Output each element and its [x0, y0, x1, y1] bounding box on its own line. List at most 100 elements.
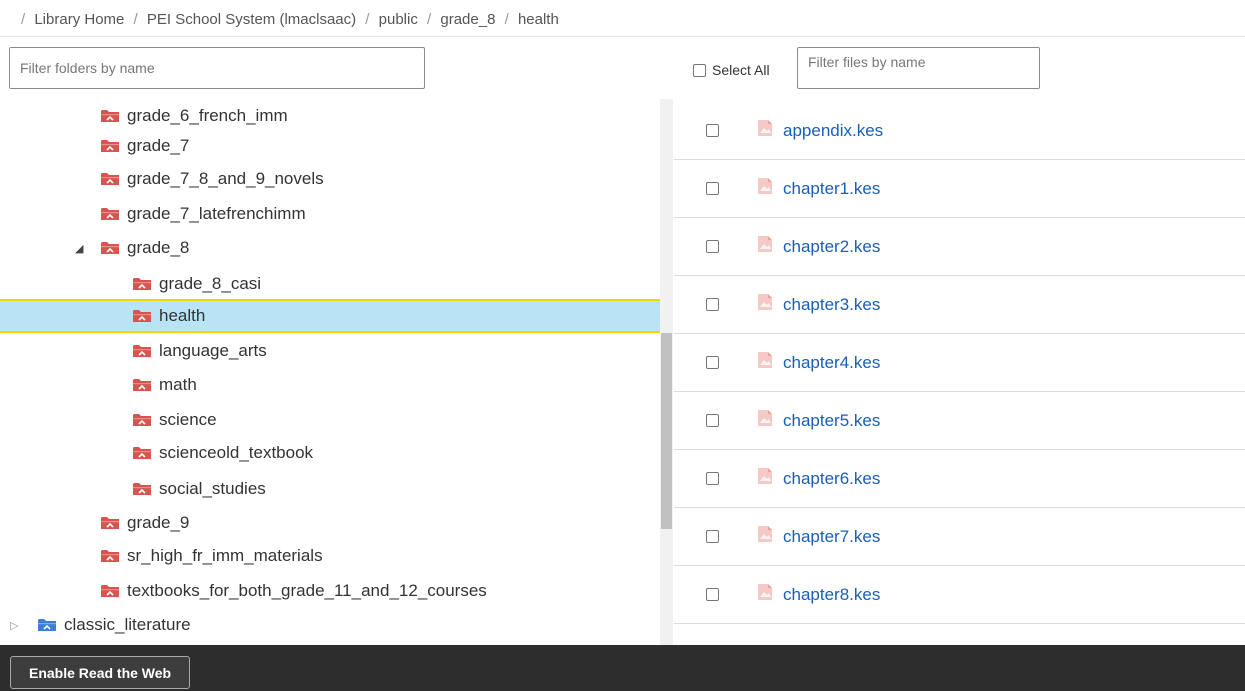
tree-item-sr-high-fr-imm-materials[interactable]: sr_high_fr_imm_materials: [0, 539, 660, 573]
red-folder-icon: [133, 344, 151, 358]
file-row[interactable]: chapter2.kes: [674, 218, 1245, 276]
file-row[interactable]: appendix.kes: [674, 102, 1245, 160]
breadcrumb-separator: /: [504, 11, 509, 28]
folder-tree-scrollbar-thumb[interactable]: [661, 333, 672, 529]
red-folder-icon: [133, 446, 151, 460]
collapse-arrow-icon[interactable]: ◢: [75, 242, 83, 255]
file-name-link[interactable]: chapter1.kes: [783, 179, 880, 199]
tree-item-scienceold-textbook[interactable]: scienceold_textbook: [0, 436, 660, 470]
tree-item-science[interactable]: science: [0, 403, 660, 437]
file-row[interactable]: chapter7.kes: [674, 508, 1245, 566]
tree-item-label: textbooks_for_both_grade_11_and_12_cours…: [127, 581, 487, 600]
file-name-link[interactable]: chapter8.kes: [783, 585, 880, 605]
image-file-icon: [757, 119, 773, 142]
file-row[interactable]: chapter5.kes: [674, 392, 1245, 450]
tree-item-grade-7-latefrenchimm[interactable]: grade_7_latefrenchimm: [0, 197, 660, 231]
folder-filter-input[interactable]: [9, 47, 425, 89]
tree-item-textbooks-for-both-grade-11-and-12-courses[interactable]: textbooks_for_both_grade_11_and_12_cours…: [0, 574, 660, 608]
file-checkbox[interactable]: [706, 356, 719, 369]
red-folder-icon: [133, 277, 151, 291]
enable-read-the-web-button[interactable]: Enable Read the Web: [10, 656, 191, 689]
tree-item-grade-9[interactable]: grade_9: [0, 506, 660, 540]
file-checkbox[interactable]: [706, 588, 719, 601]
tree-item-label: grade_8_casi: [159, 274, 262, 293]
breadcrumb-separator: /: [427, 11, 432, 28]
tree-item-label: grade_8: [127, 238, 190, 257]
file-row[interactable]: chapter6.kes: [674, 450, 1245, 508]
image-file-icon: [757, 235, 773, 258]
file-checkbox[interactable]: [706, 182, 719, 195]
tree-item-label: language_arts: [159, 341, 267, 360]
tree-item-label: grade_6_french_imm: [127, 106, 288, 125]
file-checkbox[interactable]: [706, 414, 719, 427]
tree-item-classic-literature[interactable]: ▷ classic_literature: [0, 608, 660, 642]
breadcrumb-item-library-home[interactable]: Library Home: [34, 11, 124, 28]
red-folder-icon: [101, 549, 119, 563]
image-file-icon: [757, 583, 773, 606]
tree-item-grade-6-french-imm[interactable]: grade_6_french_imm: [0, 99, 660, 133]
breadcrumb-item-grade-8[interactable]: grade_8: [440, 11, 495, 28]
tree-item-health[interactable]: health: [0, 299, 660, 333]
file-name-link[interactable]: appendix.kes: [783, 121, 883, 141]
file-name-link[interactable]: chapter4.kes: [783, 353, 880, 373]
file-checkbox[interactable]: [706, 298, 719, 311]
tree-item-label: grade_9: [127, 513, 190, 532]
file-name-link[interactable]: chapter7.kes: [783, 527, 880, 547]
tree-item-social-studies[interactable]: social_studies: [0, 472, 660, 506]
tree-item-grade-7-8-and-9-novels[interactable]: grade_7_8_and_9_novels: [0, 162, 660, 196]
breadcrumb-item-public[interactable]: public: [379, 11, 418, 28]
file-name-link[interactable]: chapter6.kes: [783, 469, 880, 489]
red-folder-icon: [101, 207, 119, 221]
image-file-icon: [757, 351, 773, 374]
image-file-icon: [757, 467, 773, 490]
tree-item-grade-8-casi[interactable]: grade_8_casi: [0, 267, 660, 301]
breadcrumb-separator: /: [365, 11, 370, 28]
tree-item-label: scienceold_textbook: [159, 443, 314, 462]
image-file-icon: [757, 409, 773, 432]
breadcrumb-item-pei-school-system[interactable]: PEI School System (lmaclsaac): [147, 11, 356, 28]
file-name-link[interactable]: chapter2.kes: [783, 237, 880, 257]
file-row[interactable]: chapter3.kes: [674, 276, 1245, 334]
file-filter-input[interactable]: [797, 47, 1040, 89]
red-folder-icon: [133, 482, 151, 496]
red-folder-icon: [133, 309, 151, 323]
tree-item-label: math: [159, 375, 197, 394]
file-row[interactable]: chapter4.kes: [674, 334, 1245, 392]
breadcrumb-item-health: health: [517, 11, 559, 28]
file-checkbox[interactable]: [706, 472, 719, 485]
tree-item-label: grade_7_latefrenchimm: [127, 204, 306, 223]
blue-folder-icon: [38, 618, 56, 632]
file-checkbox[interactable]: [706, 240, 719, 253]
tree-item-language-arts[interactable]: language_arts: [0, 334, 660, 368]
tree-item-label: grade_7_8_and_9_novels: [127, 169, 324, 188]
file-row[interactable]: chapter1.kes: [674, 160, 1245, 218]
select-all-checkbox[interactable]: [693, 63, 706, 77]
file-checkbox[interactable]: [706, 124, 719, 137]
file-name-link[interactable]: chapter5.kes: [783, 411, 880, 431]
breadcrumb: / Library Home / PEI School System (lmac…: [0, 0, 1245, 36]
select-all-control[interactable]: Select All: [693, 62, 770, 78]
red-folder-icon: [101, 172, 119, 186]
red-folder-icon: [101, 109, 119, 123]
header-divider: [0, 36, 1245, 37]
red-folder-icon: [101, 584, 119, 598]
file-checkbox[interactable]: [706, 530, 719, 543]
file-name-link[interactable]: chapter3.kes: [783, 295, 880, 315]
tree-item-grade-7[interactable]: grade_7: [0, 129, 660, 163]
select-all-label: Select All: [712, 62, 770, 78]
image-file-icon: [757, 177, 773, 200]
tree-item-label: science: [159, 410, 217, 429]
expand-arrow-icon[interactable]: ▷: [10, 619, 18, 632]
breadcrumb-separator: /: [21, 11, 26, 28]
red-folder-icon: [101, 516, 119, 530]
image-file-icon: [757, 525, 773, 548]
tree-item-label: sr_high_fr_imm_materials: [127, 546, 323, 565]
file-list: appendix.kes chapter1.kes chapter2.kes chap…: [674, 99, 1245, 645]
tree-item-math[interactable]: math: [0, 368, 660, 402]
image-file-icon: [757, 293, 773, 316]
file-row[interactable]: chapter8.kes: [674, 566, 1245, 624]
tree-item-label: social_studies: [159, 479, 266, 498]
red-folder-icon: [133, 413, 151, 427]
folder-tree: grade_6_french_imm grade_7 grade_7_8_and_9…: [0, 99, 673, 645]
tree-item-grade-8[interactable]: ◢ grade_8: [0, 231, 660, 265]
